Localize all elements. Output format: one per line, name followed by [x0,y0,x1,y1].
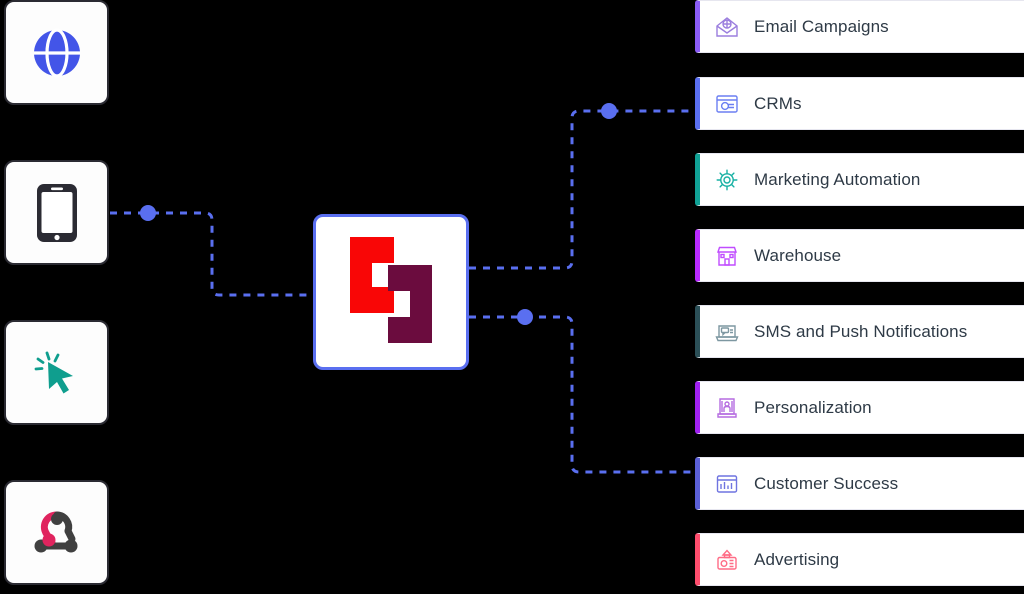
email-open-icon [714,14,740,40]
analytics-chart-icon [714,471,740,497]
destination-card-customer-success[interactable]: Customer Success [695,457,1024,510]
destination-label: CRMs [754,93,802,113]
connector-dot [140,205,156,221]
connector-mobile-to-hub [110,211,313,297]
connector-dot [517,309,533,325]
destination-card-email-campaigns[interactable]: Email Campaigns [695,0,1024,53]
ad-projector-icon [714,547,740,573]
destination-card-warehouse[interactable]: Warehouse [695,229,1024,282]
cursor-click-icon [29,345,85,401]
destination-label: Marketing Automation [754,169,921,189]
webhook-icon [26,505,88,561]
laptop-message-icon [714,319,740,345]
connector-dot [601,103,617,119]
crm-window-icon [714,91,740,117]
destination-label: Customer Success [754,473,899,493]
destination-card-crms[interactable]: CRMs [695,77,1024,130]
destination-label: Email Campaigns [754,16,889,36]
brand-logo [340,235,442,350]
connector-hub-to-customer-success [469,315,695,474]
destination-card-advertising[interactable]: Advertising [695,533,1024,586]
source-box-website[interactable] [4,0,109,105]
source-box-mobile[interactable] [4,160,109,265]
storefront-icon [714,243,740,269]
central-logo-box[interactable] [313,214,469,370]
connector-hub-to-crms [469,109,695,270]
source-box-webhook[interactable] [4,480,109,585]
destination-label: Advertising [754,549,840,569]
destination-card-personalization[interactable]: Personalization [695,381,1024,434]
destination-label: SMS and Push Notifications [754,321,968,341]
destination-label: Personalization [754,397,872,417]
globe-icon [29,25,85,81]
gear-automation-icon [714,167,740,193]
destination-card-marketing-automation[interactable]: Marketing Automation [695,153,1024,206]
mobile-phone-icon [35,182,79,244]
destination-card-sms-push[interactable]: SMS and Push Notifications [695,305,1024,358]
destination-label: Warehouse [754,245,842,265]
kiosk-person-icon [714,395,740,421]
diagram-canvas: Email Campaigns CRMs Marketing Automatio… [0,0,1024,594]
source-box-click[interactable] [4,320,109,425]
